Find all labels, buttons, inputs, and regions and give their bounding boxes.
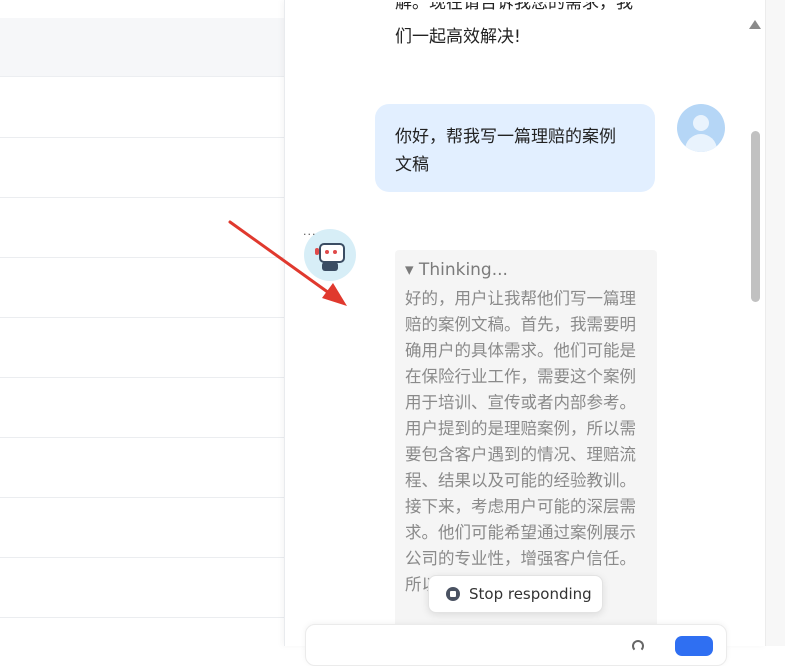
message-text: 解。现在请告诉我您的需求，我 — [395, 2, 633, 13]
table-row-divider — [0, 437, 284, 438]
typing-indicator: ··· — [303, 228, 317, 241]
table-row-divider — [0, 317, 284, 318]
table-row-divider — [0, 497, 284, 498]
user-message-bubble: 你好，帮我写一篇理赔的案例文稿 — [375, 104, 655, 192]
scroll-up-arrow-icon[interactable] — [749, 20, 761, 29]
user-avatar-icon — [677, 104, 725, 152]
loading-icon — [632, 640, 644, 652]
scrollbar-track[interactable] — [765, 0, 785, 646]
thinking-text: 好的，用户让我帮他们写一篇理赔的案例文稿。首先，我需要明确用户的具体需求。他们可… — [405, 289, 636, 594]
table-row-divider — [0, 257, 284, 258]
scrollbar-thumb[interactable] — [751, 131, 760, 302]
stop-responding-button[interactable]: Stop responding — [428, 575, 603, 613]
table-row-divider — [0, 377, 284, 378]
message-text: 们一起高效解决! — [395, 27, 521, 47]
table-row-divider — [0, 617, 284, 618]
table-row-divider — [0, 557, 284, 558]
message-input[interactable] — [305, 624, 727, 666]
stop-button-label: Stop responding — [469, 585, 592, 603]
previous-assistant-message: 解。现在请告诉我您的需求，我 们一起高效解决! — [395, 2, 655, 50]
user-message-text: 你好，帮我写一篇理赔的案例文稿 — [395, 127, 616, 175]
thinking-toggle[interactable]: ▾ Thinking... — [405, 260, 508, 280]
background-table-panel — [0, 0, 284, 646]
table-row-divider — [0, 197, 284, 198]
table-row-divider — [0, 137, 284, 138]
table-header — [0, 18, 284, 77]
stop-icon — [446, 587, 460, 601]
send-button[interactable] — [675, 636, 713, 656]
